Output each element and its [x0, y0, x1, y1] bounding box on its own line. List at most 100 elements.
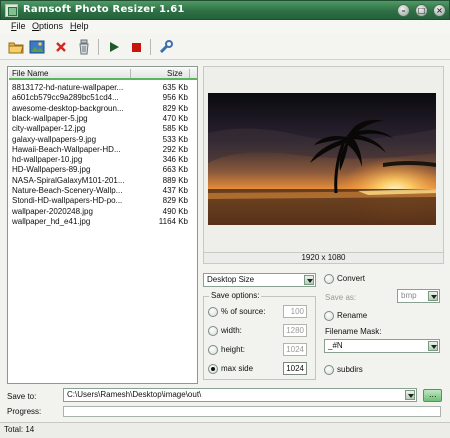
- progress-label: Progress:: [7, 407, 42, 416]
- remove-button[interactable]: [52, 38, 70, 56]
- height-radio[interactable]: [208, 345, 218, 355]
- stop-icon: [131, 42, 141, 52]
- width-label: width:: [221, 326, 242, 335]
- subdirs-checkbox[interactable]: [324, 365, 334, 375]
- chevron-down-icon: [405, 390, 415, 400]
- size-mode-select[interactable]: Desktop Size: [203, 273, 316, 287]
- status-bar: Total: 14: [0, 422, 450, 438]
- file-list-row[interactable]: wallpaper-2020248.jpg 490 Kb: [12, 207, 194, 217]
- clear-list-button[interactable]: [75, 38, 93, 56]
- file-name: a601cb579cc9a289bc51cd4...: [12, 93, 119, 103]
- file-size: 956 Kb: [162, 93, 188, 103]
- file-list-row[interactable]: black-wallpaper-5.jpg 470 Kb: [12, 114, 194, 124]
- file-name: HD-Wallpapers-89.jpg: [12, 165, 91, 175]
- file-list-row[interactable]: awesome-desktop-backgroun... 829 Kb: [12, 104, 194, 114]
- file-list-row[interactable]: Stondi-HD-wallpapers-HD-po... 829 Kb: [12, 196, 194, 206]
- file-list-row[interactable]: wallpaper_hd_e41.jpg 1164 Kb: [12, 217, 194, 227]
- file-name: NASA-SpiralGalaxyM101-201...: [12, 175, 125, 185]
- file-name: hd-wallpaper-10.jpg: [12, 155, 83, 165]
- save-to-path-value: C:\Users\Ramesh\Desktop\image\out\: [67, 390, 202, 399]
- file-list[interactable]: File Name Size 8813172-hd-nature-wallpap…: [7, 66, 198, 384]
- column-header-size[interactable]: Size: [167, 69, 183, 78]
- convert-checkbox[interactable]: [324, 274, 334, 284]
- menu-file[interactable]: File: [11, 21, 26, 31]
- total-count: Total: 14: [4, 425, 35, 434]
- toolbar-separator: [150, 39, 151, 55]
- file-name: galaxy-wallpapers-9.jpg: [12, 134, 97, 144]
- menu-file-label: ile: [16, 21, 26, 31]
- remove-icon: [56, 42, 66, 52]
- file-size: 533 Kb: [162, 134, 188, 144]
- stop-button[interactable]: [127, 38, 145, 56]
- sunset-beach-image: [208, 93, 436, 225]
- width-radio[interactable]: [208, 326, 218, 336]
- percent-input[interactable]: 100: [283, 305, 307, 318]
- max-side-input[interactable]: 1024: [283, 362, 307, 375]
- file-list-row[interactable]: city-wallpaper-12.jpg 585 Kb: [12, 124, 194, 134]
- file-list-row[interactable]: HD-Wallpapers-89.jpg 663 Kb: [12, 165, 194, 175]
- chevron-down-icon: [304, 275, 314, 285]
- max-side-radio[interactable]: [208, 364, 218, 374]
- save-to-path[interactable]: C:\Users\Ramesh\Desktop\image\out\: [63, 388, 417, 402]
- file-size: 663 Kb: [162, 165, 188, 175]
- filename-mask-select[interactable]: _#N: [324, 339, 440, 353]
- browse-button[interactable]: ...: [423, 389, 442, 402]
- rename-checkbox[interactable]: [324, 311, 334, 321]
- add-images-button[interactable]: [28, 38, 46, 56]
- max-side-label: max side: [221, 364, 254, 373]
- preview-image: [208, 93, 436, 225]
- file-list-row[interactable]: NASA-SpiralGalaxyM101-201... 889 Kb: [12, 176, 194, 186]
- format-select[interactable]: bmp: [397, 289, 440, 303]
- file-list-row[interactable]: a601cb579cc9a289bc51cd4... 956 Kb: [12, 93, 194, 103]
- toolbar: [0, 34, 450, 60]
- close-button[interactable]: ×: [433, 4, 446, 17]
- clear-icon: [79, 39, 89, 55]
- menu-options-accel: O: [32, 21, 40, 31]
- window-title: Ramsoft Photo Resizer 1.61: [23, 4, 185, 15]
- file-size: 635 Kb: [162, 83, 188, 92]
- file-size: 470 Kb: [162, 113, 188, 123]
- rename-label: Rename: [337, 311, 368, 320]
- menu-help[interactable]: Help: [70, 21, 89, 31]
- file-name: Nature-Beach-Scenery-Wallp...: [12, 186, 123, 195]
- chevron-down-icon: [428, 341, 438, 351]
- file-list-row[interactable]: Hawaii-Beach-Wallpaper-HD... 292 Kb: [12, 145, 194, 155]
- height-input[interactable]: 1024: [283, 343, 307, 356]
- maximize-button[interactable]: □: [415, 4, 428, 17]
- minimize-button[interactable]: –: [397, 4, 410, 17]
- file-size: 292 Kb: [162, 144, 188, 154]
- file-list-row[interactable]: Nature-Beach-Scenery-Wallp... 437 Kb: [12, 186, 194, 196]
- column-divider: [189, 69, 190, 78]
- size-mode-value: Desktop Size: [207, 275, 255, 284]
- file-size: 585 Kb: [162, 124, 188, 134]
- column-header-file-name[interactable]: File Name: [12, 69, 48, 78]
- file-size: 829 Kb: [162, 196, 188, 206]
- browse-label: ...: [429, 390, 437, 399]
- settings-button[interactable]: [157, 38, 175, 56]
- file-list-row[interactable]: 8813172-hd-nature-wallpaper... 635 Kb: [12, 83, 194, 93]
- file-list-row[interactable]: hd-wallpaper-10.jpg 346 Kb: [12, 155, 194, 165]
- menu-options[interactable]: Options: [32, 21, 63, 31]
- open-folder-button[interactable]: [7, 38, 25, 56]
- maximize-icon: □: [417, 6, 426, 15]
- play-icon: [110, 42, 119, 52]
- subdirs-label: subdirs: [337, 365, 363, 374]
- title-bar[interactable]: Ramsoft Photo Resizer 1.61 – □ ×: [0, 0, 450, 20]
- image-dimensions: 1920 x 1080: [203, 252, 444, 264]
- file-list-row[interactable]: galaxy-wallpapers-9.jpg 533 Kb: [12, 135, 194, 145]
- start-button[interactable]: [105, 38, 123, 56]
- filename-mask-value: _#N: [328, 341, 343, 350]
- file-name: Stondi-HD-wallpapers-HD-po...: [12, 196, 123, 206]
- format-value: bmp: [401, 291, 417, 300]
- menu-bar: File Options Help: [0, 20, 450, 34]
- percent-radio[interactable]: [208, 307, 218, 317]
- column-divider: [130, 69, 131, 78]
- open-folder-icon: [8, 42, 24, 54]
- width-input[interactable]: 1280: [283, 324, 307, 337]
- file-size: 1164 Kb: [158, 216, 188, 226]
- save-options-title: Save options:: [209, 291, 262, 300]
- file-name: wallpaper-2020248.jpg: [12, 206, 93, 216]
- percent-label: % of source:: [221, 307, 266, 316]
- file-name: wallpaper_hd_e41.jpg: [12, 216, 91, 226]
- file-name: city-wallpaper-12.jpg: [12, 124, 86, 134]
